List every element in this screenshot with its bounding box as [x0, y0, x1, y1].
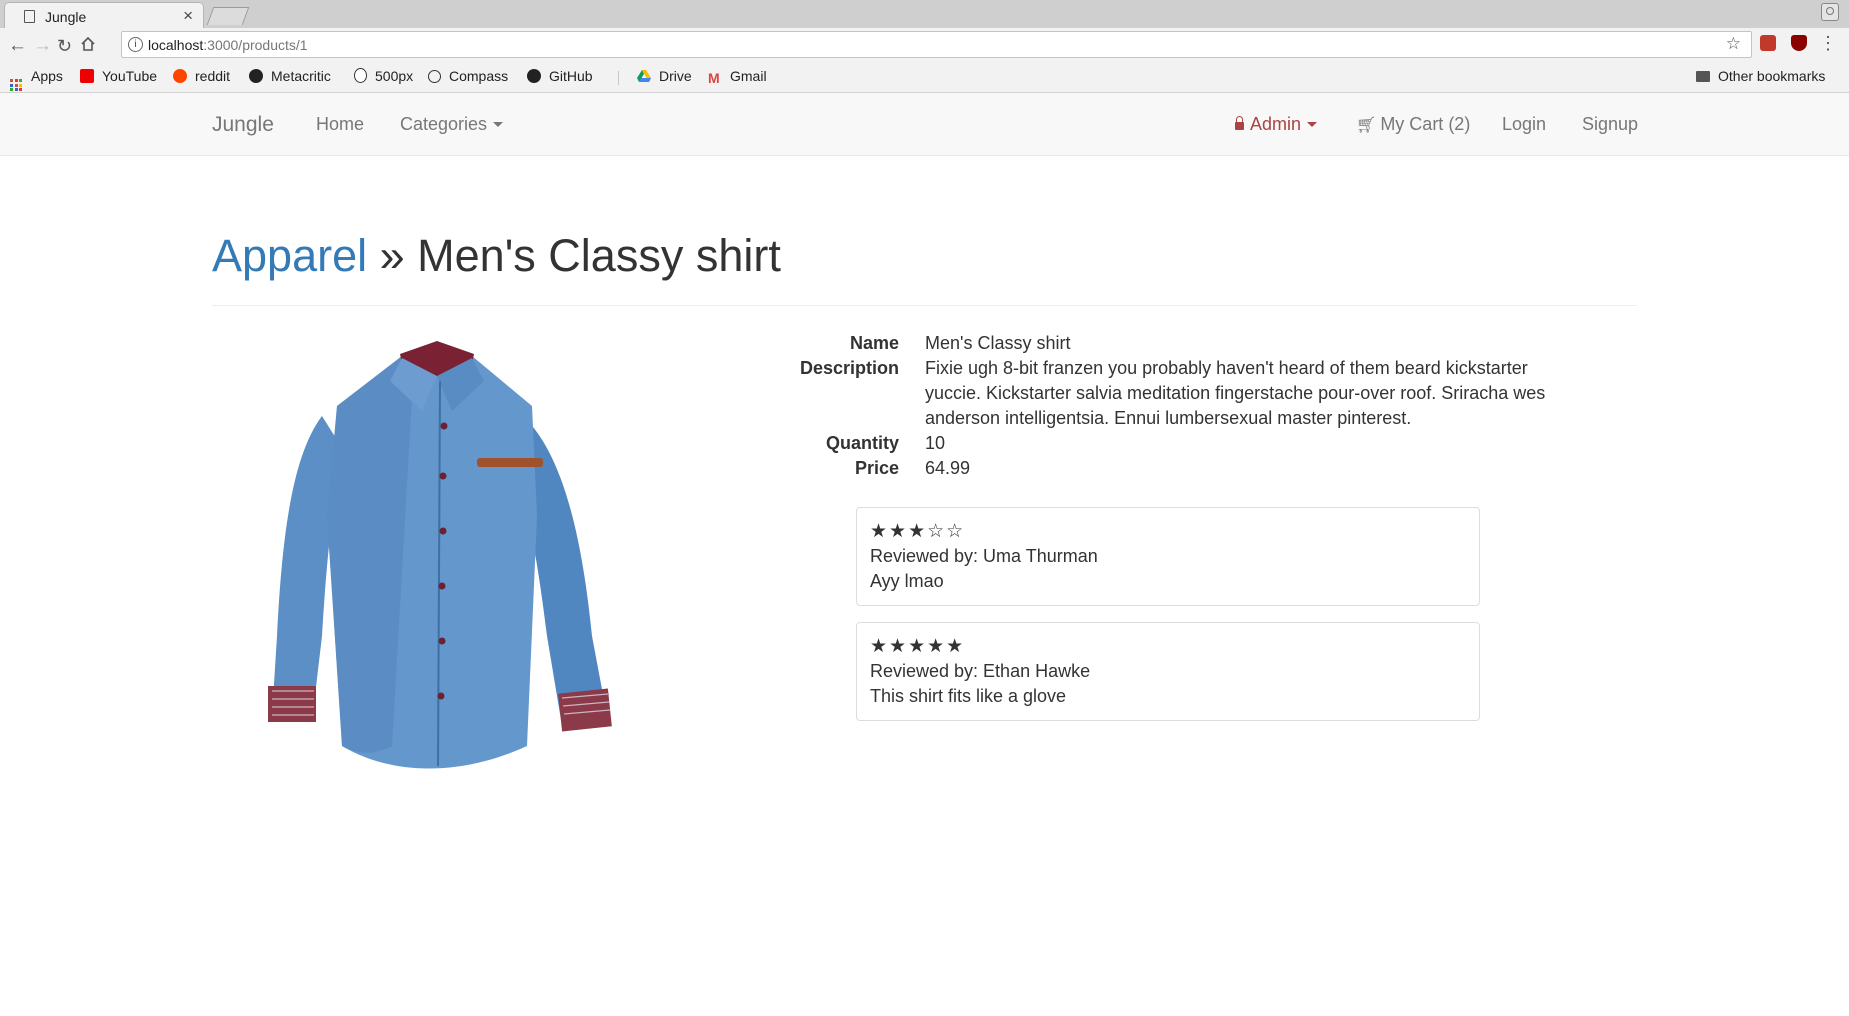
bookmark-drive[interactable]: Drive [637, 68, 692, 84]
drive-icon [637, 70, 651, 84]
nav-signup[interactable]: Signup [1582, 114, 1638, 135]
reload-icon[interactable]: ↻ [57, 35, 72, 57]
bookmark-metacritic[interactable]: Metacritic [249, 68, 331, 84]
value-description: Fixie ugh 8-bit franzen you probably hav… [925, 358, 1546, 428]
browser-toolbar: ← → ↻ i localhost:3000/products/1 ☆ ⋮ [0, 28, 1849, 64]
bookmark-star-icon[interactable]: ☆ [1726, 34, 1741, 54]
bookmark-apps[interactable]: Apps [10, 68, 63, 91]
reddit-icon [173, 69, 187, 83]
star-rating: ★★★★★ [870, 636, 966, 657]
500px-icon [354, 68, 367, 83]
nav-categories-dropdown[interactable]: Categories [400, 114, 504, 135]
url-text: localhost:3000/products/1 [148, 37, 308, 53]
value-name: Men's Classy shirt [925, 333, 1071, 353]
youtube-icon [80, 69, 94, 83]
back-icon[interactable]: ← [8, 35, 27, 57]
close-tab-icon[interactable]: × [183, 6, 193, 26]
nav-admin-dropdown[interactable]: Admin [1235, 114, 1318, 135]
review-card: ★★★★★ Reviewed by: Ethan Hawke This shir… [856, 622, 1480, 721]
forward-icon[interactable]: → [33, 35, 52, 57]
site-navbar: Jungle Home Categories Admin 🛒︎ My Cart (… [0, 93, 1849, 156]
folder-icon [1696, 71, 1710, 82]
apps-icon [10, 79, 22, 91]
github-icon [527, 69, 541, 83]
nav-home[interactable]: Home [316, 114, 364, 135]
browser-tab[interactable]: Jungle × [4, 2, 204, 29]
compass-icon [428, 70, 441, 83]
value-quantity: 10 [925, 433, 946, 453]
lock-icon [1235, 116, 1244, 130]
page-title: Apparel » Men's Classy shirt [212, 230, 781, 282]
reviewer-name: Reviewed by: Uma Thurman [870, 546, 1098, 566]
new-tab-button[interactable] [206, 7, 250, 25]
product-image [262, 336, 612, 776]
value-price: 64.99 [925, 458, 971, 478]
bookmark-reddit[interactable]: reddit [173, 68, 230, 84]
bookmarks-bar: Apps YouTube reddit Metacritic 500px Com… [0, 64, 1849, 93]
bookmark-github[interactable]: GitHub [527, 68, 593, 84]
breadcrumb-separator: » [379, 230, 405, 281]
shirt-illustration [268, 341, 612, 769]
document-icon [24, 10, 35, 23]
address-bar[interactable]: i localhost:3000/products/1 ☆ [121, 31, 1752, 58]
brand-link[interactable]: Jungle [212, 113, 274, 137]
nav-login[interactable]: Login [1502, 114, 1546, 135]
tab-title: Jungle [45, 9, 87, 25]
nav-cart[interactable]: 🛒︎ My Cart (2) [1356, 114, 1470, 135]
bookmark-compass[interactable]: Compass [428, 68, 508, 84]
chevron-down-icon [493, 122, 504, 127]
browser-tabstrip: Jungle × [0, 0, 1849, 29]
metacritic-icon [249, 69, 263, 83]
gmail-icon: M [708, 70, 720, 86]
review-card: ★★★☆☆ Reviewed by: Uma Thurman Ayy lmao [856, 507, 1480, 606]
site-info-icon[interactable]: i [128, 37, 143, 52]
bookmark-youtube[interactable]: YouTube [80, 68, 157, 84]
reviewer-name: Reviewed by: Ethan Hawke [870, 661, 1091, 681]
bookmark-other[interactable]: Other bookmarks [1696, 68, 1825, 84]
extension-ublock-icon[interactable] [1791, 35, 1807, 51]
label-description: Description [799, 358, 899, 378]
category-link[interactable]: Apparel [212, 230, 367, 281]
bookmark-separator [618, 71, 619, 85]
label-name: Name [849, 333, 899, 353]
profile-icon[interactable] [1821, 3, 1839, 21]
star-rating: ★★★☆☆ [870, 521, 966, 542]
bookmark-500px[interactable]: 500px [354, 68, 413, 84]
home-icon[interactable] [80, 35, 96, 57]
label-price: Price [854, 458, 899, 478]
cart-icon: 🛒︎ [1356, 117, 1377, 134]
extension-lastpass-icon[interactable] [1760, 35, 1776, 51]
chevron-down-icon [1307, 122, 1318, 127]
review-text: This shirt fits like a glove [870, 686, 1067, 706]
bookmark-gmail[interactable]: M Gmail [708, 68, 767, 86]
label-quantity: Quantity [825, 433, 899, 453]
product-title: Men's Classy shirt [417, 230, 781, 281]
browser-menu-icon[interactable]: ⋮ [1819, 33, 1837, 54]
header-divider [212, 305, 1637, 306]
review-text: Ayy lmao [870, 571, 944, 591]
